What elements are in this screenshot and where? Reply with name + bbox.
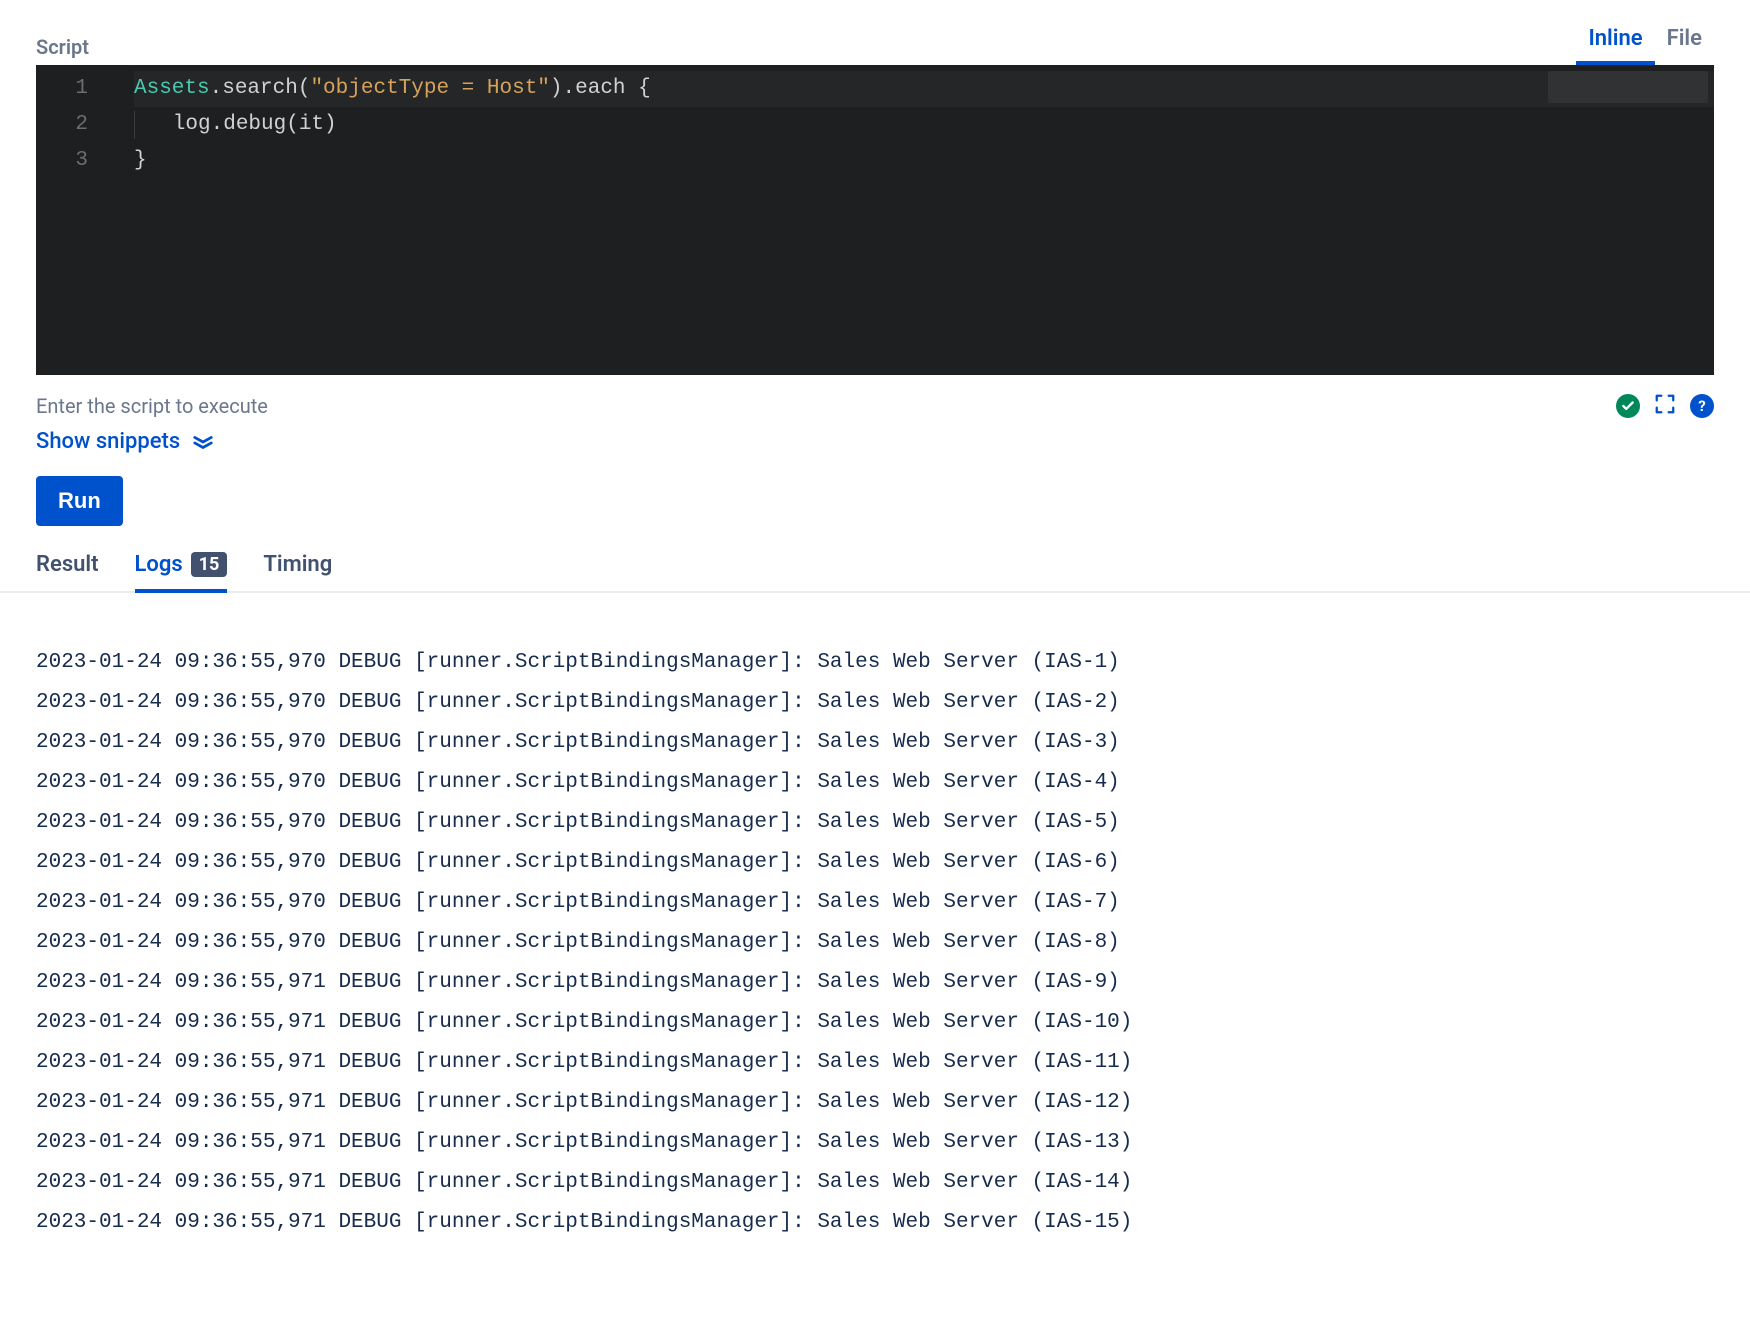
token-plain: .search( (210, 77, 311, 100)
editor-content[interactable]: Assets.search("objectType = Host").each … (106, 65, 1714, 375)
source-tabs: Inline File (1576, 18, 1714, 65)
logs-output[interactable]: 2023-01-24 09:36:55,970 DEBUG [runner.Sc… (0, 593, 1750, 1243)
result-tabs: Result Logs 15 Timing (0, 526, 1750, 593)
tab-file[interactable]: File (1655, 18, 1714, 65)
help-icon[interactable]: ? (1690, 394, 1714, 418)
token-plain: } (134, 149, 147, 172)
editor-hint: Enter the script to execute (36, 394, 268, 418)
token-string: "objectType = Host" (310, 77, 549, 100)
validation-ok-icon (1616, 394, 1640, 418)
run-button[interactable]: Run (36, 476, 123, 526)
code-editor[interactable]: 1 2 3 Assets.search("objectType = Host")… (36, 65, 1714, 375)
token-plain: ).each { (550, 77, 651, 100)
tab-inline[interactable]: Inline (1576, 18, 1654, 65)
fullscreen-icon[interactable] (1654, 393, 1676, 419)
code-line[interactable]: } (134, 143, 1714, 179)
logs-count-badge: 15 (191, 552, 228, 577)
line-number: 2 (36, 107, 88, 143)
editor-gutter: 1 2 3 (36, 65, 106, 375)
chevron-down-icon (192, 435, 214, 449)
tab-logs[interactable]: Logs 15 (135, 552, 228, 593)
token-plain: log.debug(it) (135, 113, 337, 136)
editor-minimap[interactable] (1548, 71, 1708, 103)
tab-result[interactable]: Result (36, 552, 99, 593)
code-line[interactable]: Assets.search("objectType = Host").each … (134, 71, 1714, 107)
show-snippets-label: Show snippets (36, 429, 180, 454)
show-snippets-link[interactable]: Show snippets (0, 419, 1750, 454)
line-number: 3 (36, 143, 88, 179)
line-number: 1 (36, 71, 88, 107)
tab-logs-label: Logs (135, 552, 183, 577)
script-section-label: Script (36, 35, 89, 65)
tab-timing[interactable]: Timing (263, 552, 332, 593)
code-line[interactable]: log.debug(it) (134, 107, 1714, 143)
token-class: Assets (134, 77, 210, 100)
